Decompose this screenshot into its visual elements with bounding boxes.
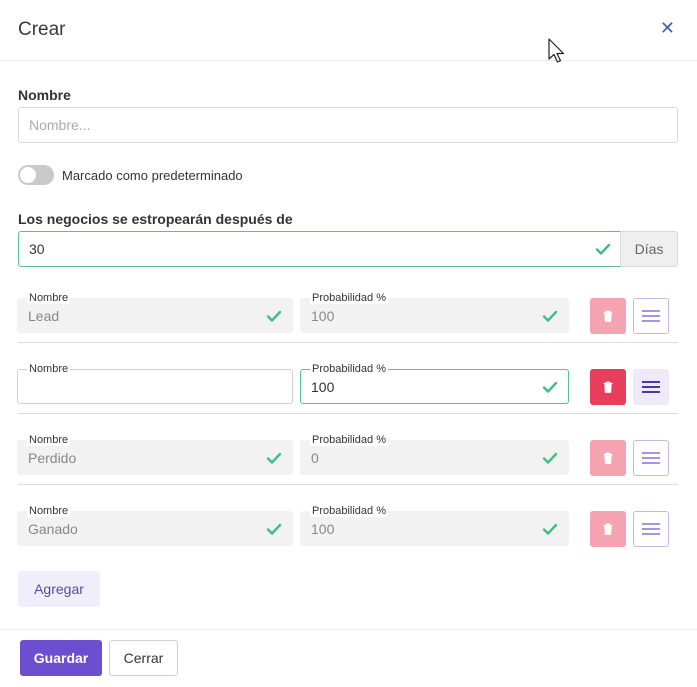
stage-name-label: Nombre — [27, 363, 71, 375]
drag-handle-button[interactable] — [633, 298, 669, 334]
add-stage-button[interactable]: Agregar — [18, 571, 100, 607]
toggle-knob — [20, 167, 36, 183]
default-toggle[interactable] — [18, 165, 54, 185]
menu-icon — [642, 523, 660, 535]
stage-probability-label: Probabilidad % — [310, 292, 388, 304]
save-button[interactable]: Guardar — [20, 640, 102, 676]
stage-probability-label: Probabilidad % — [310, 363, 388, 375]
stage-row: Nombre 100 Probabilidad % — [0, 342, 697, 413]
close-icon[interactable]: ✕ — [660, 19, 675, 37]
stage-divider — [18, 342, 678, 343]
stage-row: Ganado Nombre 100 Probabilidad % — [0, 484, 697, 555]
delete-stage-button[interactable] — [590, 511, 626, 547]
stage-probability-label: Probabilidad % — [310, 505, 388, 517]
stage-row: Lead Nombre 100 Probabilidad % — [0, 271, 697, 342]
menu-icon — [642, 452, 660, 464]
rot-days-unit: Días — [620, 231, 678, 267]
trash-icon — [603, 523, 613, 535]
drag-handle-button[interactable] — [633, 511, 669, 547]
default-toggle-label: Marcado como predeterminado — [62, 168, 243, 183]
mouse-cursor-icon — [548, 38, 565, 63]
drag-handle-button[interactable] — [633, 369, 669, 405]
stage-name-label: Nombre — [27, 505, 71, 517]
close-button[interactable]: Cerrar — [109, 640, 178, 676]
stage-probability-label: Probabilidad % — [310, 434, 388, 446]
check-icon — [542, 310, 558, 322]
trash-icon — [603, 381, 613, 393]
delete-stage-button[interactable] — [590, 369, 626, 405]
rot-days-label: Los negocios se estropearán después de — [18, 211, 293, 227]
stage-divider — [18, 413, 678, 414]
stage-name-label: Nombre — [27, 434, 71, 446]
check-icon — [595, 243, 611, 255]
check-icon — [266, 310, 282, 322]
check-icon — [266, 523, 282, 535]
delete-stage-button[interactable] — [590, 440, 626, 476]
trash-icon — [603, 310, 613, 322]
check-icon — [266, 452, 282, 464]
drag-handle-button[interactable] — [633, 440, 669, 476]
check-icon — [542, 523, 558, 535]
name-label: Nombre — [18, 87, 71, 103]
footer-divider — [0, 629, 697, 630]
stage-name-label: Nombre — [27, 292, 71, 304]
modal-title: Crear — [18, 19, 66, 40]
stage-divider — [18, 484, 678, 485]
delete-stage-button[interactable] — [590, 298, 626, 334]
modal-header: Crear ✕ — [0, 0, 697, 61]
check-icon — [542, 381, 558, 393]
name-input[interactable] — [18, 107, 678, 143]
check-icon — [542, 452, 558, 464]
stage-row: Perdido Nombre 0 Probabilidad % — [0, 413, 697, 484]
menu-icon — [642, 310, 660, 322]
rot-days-input[interactable]: 30 — [18, 231, 621, 267]
menu-icon — [642, 381, 660, 393]
trash-icon — [603, 452, 613, 464]
